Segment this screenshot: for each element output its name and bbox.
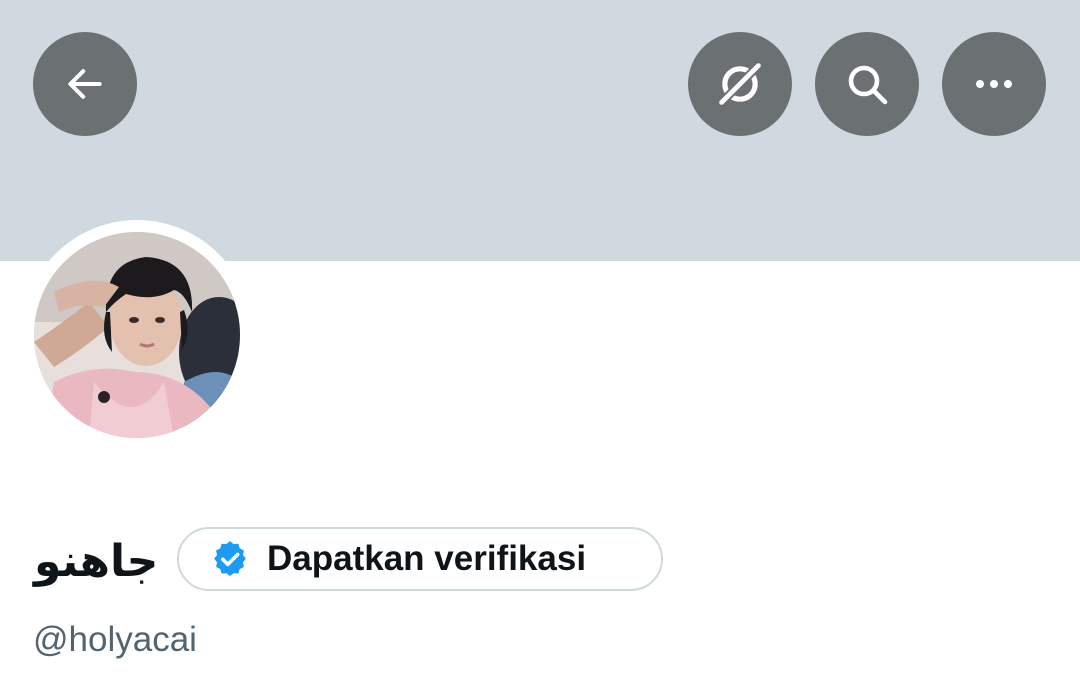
get-verified-label: Dapatkan verifikasi	[267, 539, 587, 578]
search-button[interactable]	[815, 32, 919, 136]
more-options-button[interactable]	[942, 32, 1046, 136]
username-handle: @holyacai	[33, 620, 197, 659]
grok-button[interactable]	[688, 32, 792, 136]
verified-badge-icon	[214, 541, 246, 577]
more-options-icon	[976, 80, 1012, 88]
get-verified-button[interactable]: Dapatkan verifikasi	[177, 527, 663, 591]
back-button[interactable]	[33, 32, 137, 136]
grok-icon	[719, 63, 761, 105]
search-icon	[848, 65, 888, 105]
back-arrow-icon	[68, 69, 102, 99]
avatar[interactable]	[34, 232, 240, 438]
display-name: جاهنو	[34, 535, 159, 587]
profile-photo	[34, 232, 240, 438]
